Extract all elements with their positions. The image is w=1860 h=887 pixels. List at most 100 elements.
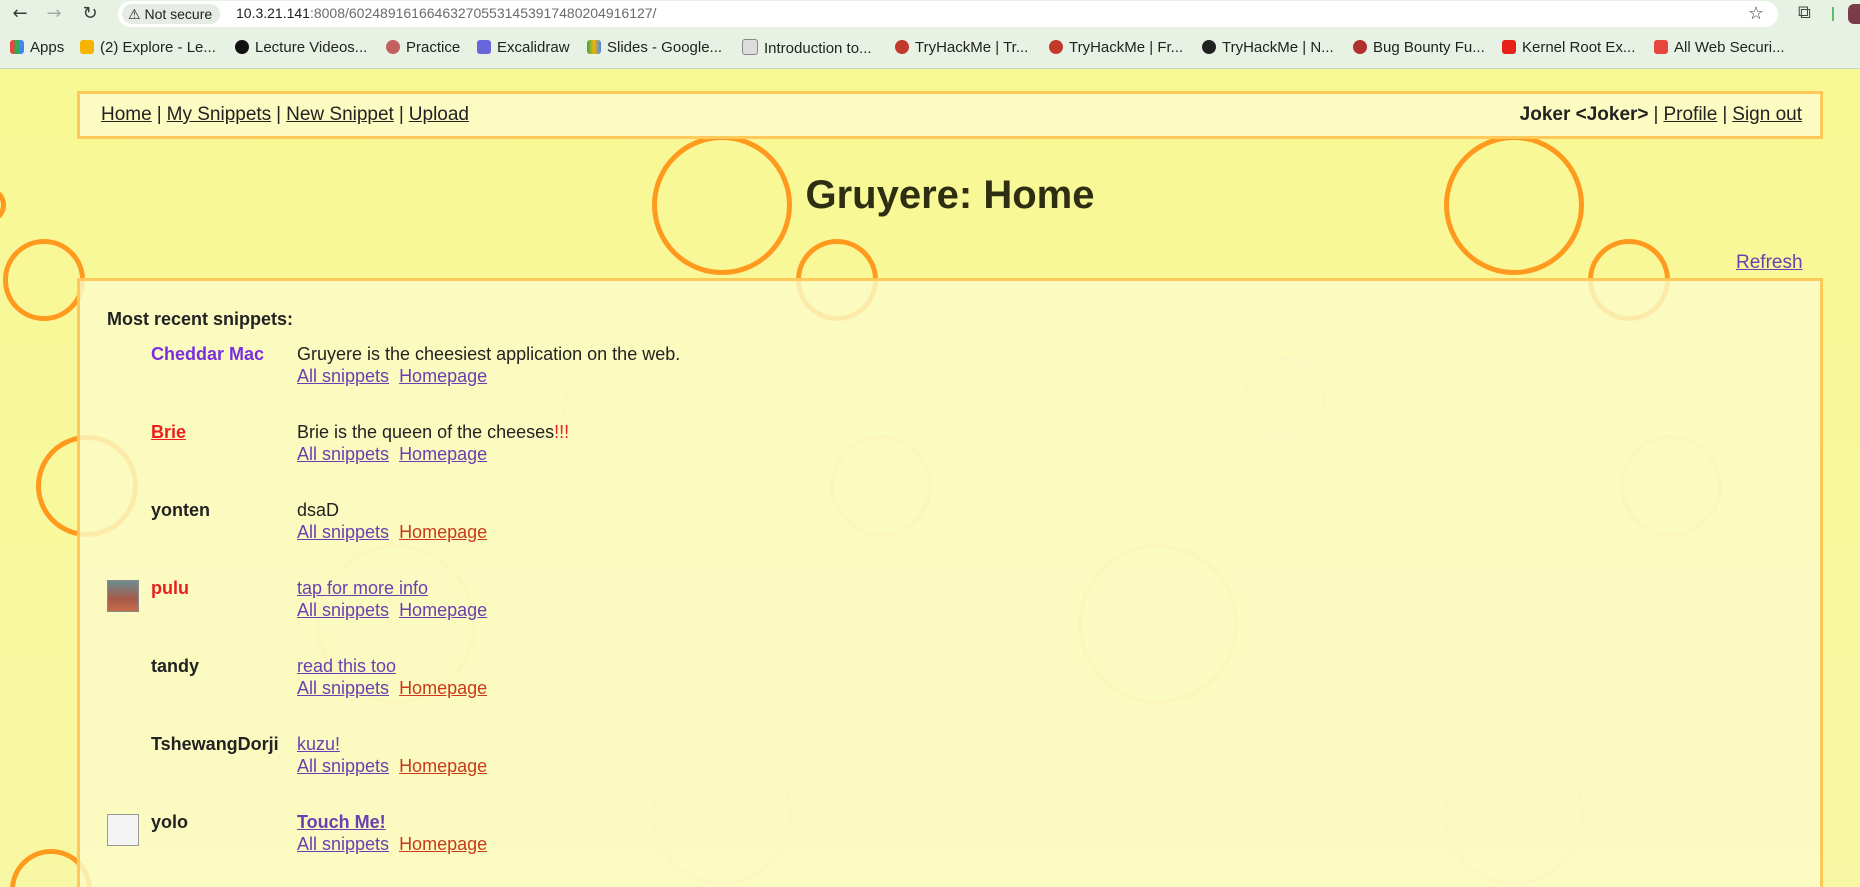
snippet-author: TshewangDorji — [151, 734, 279, 754]
warning-icon: ⚠ — [128, 6, 141, 22]
bookmarks-bar: Apps (2) Explore - Le... Lecture Videos.… — [0, 28, 1860, 69]
decor-circle — [3, 239, 85, 321]
homepage-link[interactable]: Homepage — [399, 756, 487, 776]
menu-separator: | — [276, 104, 282, 125]
bookmark-slides[interactable]: Slides - Google... — [587, 39, 722, 56]
snippet-links: All snippets Homepage — [297, 600, 497, 621]
bookmark-explore[interactable]: (2) Explore - Le... — [80, 39, 216, 56]
all-snippets-link[interactable]: All snippets — [297, 834, 389, 854]
snippet-text-emphasis: !!! — [554, 422, 570, 442]
bookmark-practice[interactable]: Practice — [386, 39, 460, 56]
homepage-link[interactable]: Homepage — [399, 678, 487, 698]
snippet-links: All snippets Homepage — [297, 678, 497, 699]
all-snippets-link[interactable]: All snippets — [297, 678, 389, 698]
menu-right: Joker <Joker> | Profile | Sign out — [1520, 104, 1802, 126]
homepage-link[interactable]: Homepage — [399, 834, 487, 854]
extensions-icon[interactable]: ⧉ — [1798, 2, 1811, 23]
bookmark-bug-bounty[interactable]: Bug Bounty Fu... — [1353, 39, 1485, 56]
snippet-links: All snippets Homepage — [297, 444, 497, 465]
snippet-text: Gruyere is the cheesiest application on … — [297, 344, 681, 364]
url-path: :8008/6024891616646327055314539174802049… — [309, 5, 657, 21]
snippet-author: yonten — [151, 500, 211, 520]
lecture-icon — [235, 40, 249, 54]
snippet-author: pulu — [151, 578, 189, 598]
forward-arrow-icon[interactable]: → — [42, 2, 66, 26]
practice-icon — [386, 40, 400, 54]
broken-image-icon — [107, 814, 139, 846]
document-icon — [742, 39, 758, 55]
homepage-link[interactable]: Homepage — [399, 600, 487, 620]
menu-separator: | — [398, 104, 404, 125]
snippet-links: All snippets Homepage — [297, 834, 497, 855]
menu-new-snippet-link[interactable]: New Snippet — [286, 104, 394, 125]
url-text[interactable]: 10.3.21.141:8008/60248916166463270553145… — [236, 5, 656, 21]
reload-icon[interactable]: ↻ — [78, 2, 102, 26]
browser-toolbar: ← → ↻ ⚠ Not secure 10.3.21.141:8008/6024… — [0, 0, 1860, 28]
bookmark-introduction[interactable]: Introduction to... — [742, 39, 872, 57]
user-avatar-icon — [107, 580, 139, 612]
explore-icon — [80, 40, 94, 54]
menu-sign-out-link[interactable]: Sign out — [1732, 104, 1802, 125]
snippet-links: All snippets Homepage — [297, 366, 497, 387]
menu-left: Home | My Snippets | New Snippet | Upload — [101, 104, 469, 126]
snippet-text-link[interactable]: kuzu! — [297, 734, 340, 755]
menu-profile-link[interactable]: Profile — [1663, 104, 1717, 125]
back-arrow-icon[interactable]: ← — [8, 2, 32, 26]
all-snippets-link[interactable]: All snippets — [297, 366, 389, 386]
snippet-author: Cheddar Mac — [151, 344, 265, 364]
menu-my-snippets-link[interactable]: My Snippets — [167, 104, 272, 125]
snippet-text-link[interactable]: read this too — [297, 656, 396, 677]
snippet-text-link[interactable]: Touch Me! — [297, 812, 386, 833]
snippet-author-link[interactable]: Brie — [151, 422, 186, 443]
profile-avatar[interactable] — [1848, 4, 1860, 24]
snippet-row: Cheddar Mac Gruyere is the cheesiest app… — [107, 344, 1607, 414]
tryhackme-icon — [1049, 40, 1063, 54]
homepage-link[interactable]: Homepage — [399, 444, 487, 464]
snippet-author: yolo — [151, 812, 189, 832]
all-snippets-link[interactable]: All snippets — [297, 756, 389, 776]
snippet-row: yolo Touch Me! All snippets Homepage — [107, 812, 1607, 882]
bookmark-tryhackme-3[interactable]: TryHackMe | N... — [1202, 39, 1334, 56]
recent-snippets-label: Most recent snippets: — [107, 309, 294, 329]
snippet-row: Brie Brie is the queen of the cheeses!!!… — [107, 422, 1607, 492]
youtube-icon — [1502, 40, 1516, 54]
homepage-link[interactable]: Homepage — [399, 366, 487, 386]
snippet-row: TshewangDorji kuzu! All snippets Homepage — [107, 734, 1607, 804]
snippet-text: Brie is the queen of the cheeses!!! — [297, 422, 570, 442]
tryhackme-icon — [895, 40, 909, 54]
snippet-links: All snippets Homepage — [297, 756, 497, 777]
current-user: Joker <Joker> — [1519, 104, 1649, 125]
refresh-link[interactable]: Refresh — [1736, 252, 1803, 274]
bookmark-tryhackme-1[interactable]: TryHackMe | Tr... — [895, 39, 1028, 56]
menu-home-link[interactable]: Home — [101, 104, 152, 125]
bookmark-apps[interactable]: Apps — [10, 39, 64, 56]
security-chip[interactable]: ⚠ Not secure — [122, 4, 221, 24]
excalidraw-icon — [477, 40, 491, 54]
menu-separator: | — [1722, 104, 1728, 125]
address-bar[interactable]: ⚠ Not secure 10.3.21.141:8008/6024891616… — [118, 1, 1778, 27]
globe-icon — [1202, 40, 1216, 54]
homepage-link[interactable]: Homepage — [399, 522, 487, 542]
snippet-author: tandy — [151, 656, 200, 676]
apps-grid-icon — [10, 40, 24, 54]
menu-separator: | — [1653, 104, 1659, 125]
menu-separator: | — [156, 104, 162, 125]
url-host: 10.3.21.141 — [236, 5, 310, 21]
bookmark-kernel-root[interactable]: Kernel Root Ex... — [1502, 39, 1635, 56]
all-snippets-link[interactable]: All snippets — [297, 522, 389, 542]
bookmark-lecture-videos[interactable]: Lecture Videos... — [235, 39, 367, 56]
bookmark-tryhackme-2[interactable]: TryHackMe | Fr... — [1049, 39, 1183, 56]
all-snippets-link[interactable]: All snippets — [297, 600, 389, 620]
bug-bounty-icon — [1353, 40, 1367, 54]
snippet-row: tandy read this too All snippets Homepage — [107, 656, 1607, 726]
snippet-row: pulu tap for more info All snippets Homep… — [107, 578, 1607, 648]
page-title: Gruyere: Home — [805, 173, 1095, 217]
snippet-text: dsaD — [297, 500, 340, 520]
bookmark-excalidraw[interactable]: Excalidraw — [477, 39, 570, 56]
menu-upload-link[interactable]: Upload — [409, 104, 469, 125]
toolbar-divider — [1832, 7, 1834, 21]
snippet-text-link[interactable]: tap for more info — [297, 578, 428, 599]
bookmark-star-icon[interactable]: ☆ — [1748, 3, 1764, 24]
all-snippets-link[interactable]: All snippets — [297, 444, 389, 464]
bookmark-web-security[interactable]: All Web Securi... — [1654, 39, 1785, 56]
